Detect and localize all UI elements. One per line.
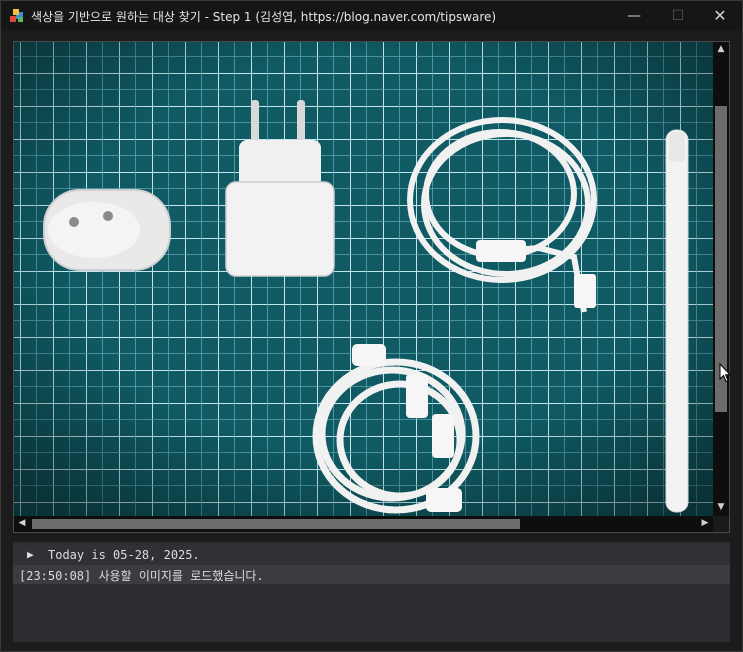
log-header-text: Today is 05-28, 2025. [48,548,200,562]
scroll-up-arrow-icon[interactable]: ▲ [713,44,729,56]
photo-of-chargers-and-cables [14,42,713,516]
minimize-button[interactable]: — [612,1,656,31]
title-bar[interactable]: 색상을 기반으로 원하는 대상 찾기 - Step 1 (김성엽, https:… [1,1,742,31]
window-title: 색상을 기반으로 원하는 대상 찾기 - Step 1 (김성엽, https:… [31,10,497,24]
scroll-left-arrow-icon[interactable]: ◀ [16,518,28,530]
log-entry[interactable]: [23:50:08] 사용할 이미지를 로드했습니다. [13,565,730,584]
maximize-button[interactable]: ☐ [656,1,700,31]
log-header: ▶ Today is 05-28, 2025. [13,545,730,565]
horizontal-scroll-thumb[interactable] [32,519,520,529]
scroll-down-arrow-icon[interactable]: ▼ [713,502,729,514]
eu-adapter [43,189,171,271]
log-panel[interactable]: ▶ Today is 05-28, 2025. [23:50:08] 사용할 이… [13,542,730,642]
horizontal-scrollbar[interactable]: ◀ ▶ [14,516,713,532]
scroll-right-arrow-icon[interactable]: ▶ [699,518,711,530]
scroll-corner [713,516,729,532]
log-entry-text: [23:50:08] 사용할 이미지를 로드했습니다. [19,569,264,583]
close-button[interactable]: ✕ [698,1,742,31]
app-window: 색상을 기반으로 원하는 대상 찾기 - Step 1 (김성엽, https:… [0,0,743,652]
play-marker-icon: ▶ [27,548,34,561]
vertical-scrollbar[interactable]: ▲ ▼ [713,42,729,516]
mouse-cursor-icon [719,363,731,383]
image-view[interactable]: ▲ ▼ ◀ ▶ [13,41,730,533]
apple-pencil [665,129,689,513]
app-icon [10,9,23,22]
